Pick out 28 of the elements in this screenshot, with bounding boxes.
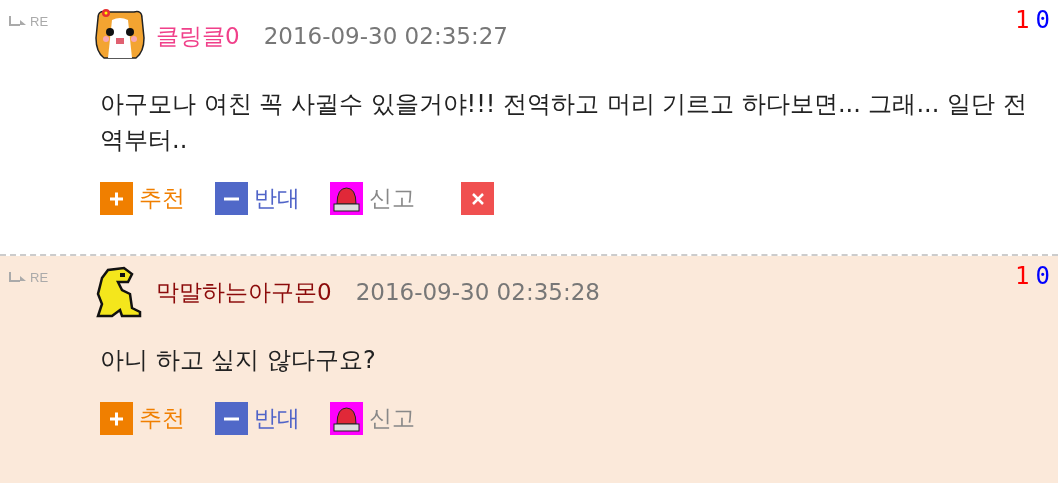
plus-icon bbox=[100, 402, 133, 435]
comment-text: 아니 하고 싶지 않다구요? bbox=[100, 345, 377, 376]
author-name[interactable]: 클링클0 bbox=[156, 20, 240, 52]
recommend-button[interactable]: 추천 bbox=[100, 402, 185, 435]
author-name[interactable]: 막말하는아구몬0 bbox=[156, 276, 332, 308]
plus-icon bbox=[100, 182, 133, 215]
delete-button[interactable] bbox=[461, 182, 494, 215]
comment-text: 아구모나 여친 꼭 사귈수 있을거야!!! 전역하고 머리 기르고 하다보면... 그래... 일단 전역부터.. bbox=[100, 89, 1028, 156]
oppose-button[interactable]: 반대 bbox=[215, 402, 300, 435]
oppose-count: 0 bbox=[1035, 6, 1050, 34]
recommend-button[interactable]: 추천 bbox=[100, 182, 185, 215]
reply-label: RE bbox=[30, 14, 49, 29]
minus-icon bbox=[215, 182, 248, 215]
recommend-count: 1 bbox=[1015, 6, 1030, 34]
oppose-button[interactable]: 반대 bbox=[215, 182, 300, 215]
siren-icon bbox=[330, 402, 363, 435]
siren-icon bbox=[330, 182, 363, 215]
report-button[interactable]: 신고 bbox=[330, 402, 415, 435]
recommend-count: 1 bbox=[1015, 262, 1030, 290]
close-icon bbox=[470, 191, 485, 206]
reply-arrow-icon bbox=[8, 270, 28, 285]
minus-icon bbox=[215, 402, 248, 435]
reply-label: RE bbox=[30, 270, 49, 285]
comment-time: 2016-09-30 02:35:27 bbox=[263, 23, 508, 49]
comment-time: 2016-09-30 02:35:28 bbox=[355, 279, 600, 305]
report-button[interactable]: 신고 bbox=[330, 182, 415, 215]
reply-arrow-icon bbox=[8, 14, 28, 29]
oppose-count: 0 bbox=[1035, 262, 1050, 290]
